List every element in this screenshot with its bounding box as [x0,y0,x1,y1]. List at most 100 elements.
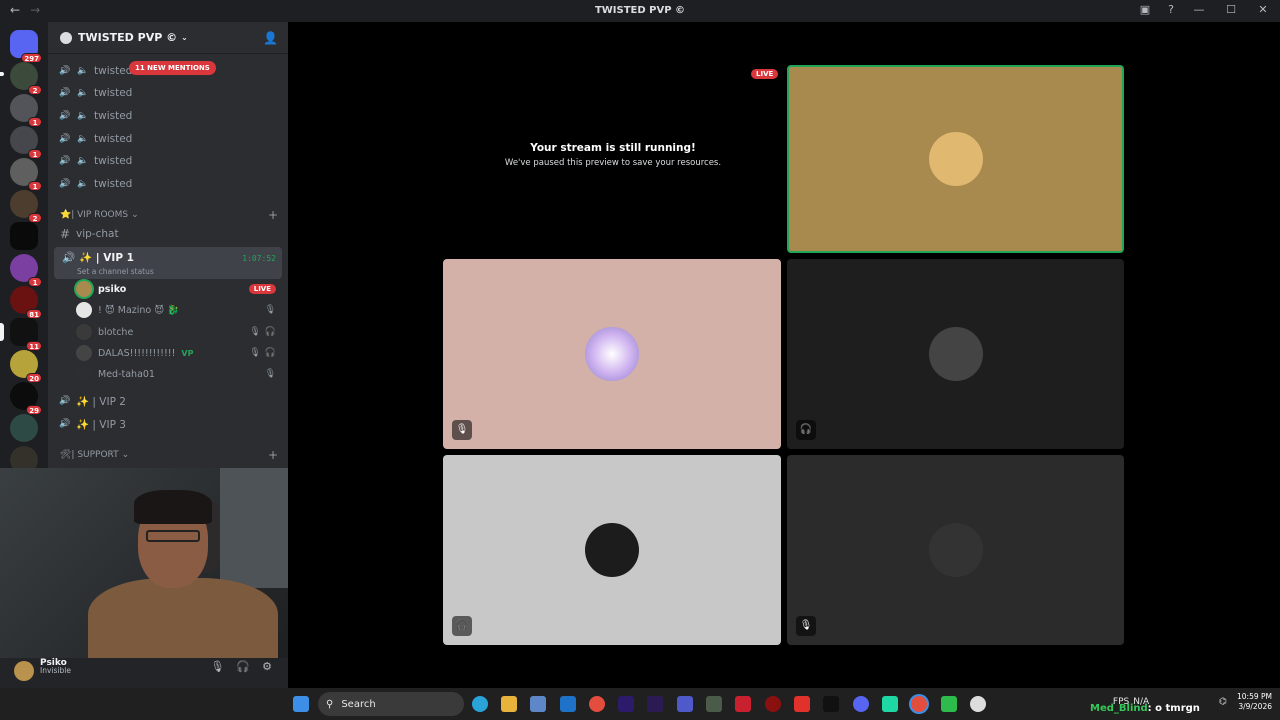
role-tag: VP [181,348,194,358]
voice-channel-vip1[interactable]: 🔊 ✨ | VIP 1 Set a channel status 1:07:52 [54,247,282,279]
voice-member[interactable]: blotche 🎙 🎧 [76,322,278,342]
guild-item[interactable]: 29 [10,382,42,415]
minimize-button[interactable]: — [1192,3,1206,16]
voice-member[interactable]: psiko LIVE [76,279,278,299]
channel-status[interactable]: Set a channel status [77,267,154,276]
live-badge: LIVE [751,69,779,79]
speaker-icon: 🔈 [77,88,89,98]
taskbar-search[interactable]: ⚲ Search [318,692,464,716]
webcam-overlay [0,468,336,658]
guild-item[interactable]: 2 [10,190,42,223]
mic-muted-icon: 🎙 [249,327,261,337]
mic-muted-icon: 🎙 [796,616,816,636]
app-icon[interactable] [941,696,957,712]
server-header[interactable]: TWISTED PVP © ⌄ 👤 [48,22,288,54]
help-icon[interactable]: ? [1168,3,1174,16]
windows-taskbar: ⚲ Search FPS N/A ⌬ 10:59 PM 3/9/2026 [0,688,1280,720]
participant-tile[interactable]: 🎧 [443,455,781,645]
category-support[interactable]: 🛠| SUPPORT ⌄ + [60,448,278,462]
headphones-icon[interactable]: 🎧 [236,660,250,673]
speaker-icon: 🔊 [59,396,71,406]
edge-icon[interactable] [472,696,488,712]
voice-channel[interactable]: 🔊 🔈 twisted [58,151,282,171]
network-icon[interactable]: ⌬ [1219,697,1227,707]
guild-item[interactable]: 1 [10,126,42,159]
voice-member[interactable]: ! 😈 Mazino 😈 🐉 🎙 [76,300,278,320]
app-icon[interactable] [970,696,986,712]
voice-member[interactable]: Med-taha01 🎙 [76,364,278,384]
home-guild[interactable]: 297 [10,30,42,63]
app-icon[interactable] [823,696,839,712]
guild-item[interactable]: 81 [10,286,42,319]
speaker-icon: 🔈 [77,156,89,166]
deafened-icon: 🎧 [452,616,472,636]
premiere-icon[interactable] [618,696,634,712]
chevron-down-icon: ⌄ [181,33,188,42]
store-icon[interactable] [530,696,546,712]
voice-channel[interactable]: 🔊 🔈 twisted [58,83,282,103]
outlook-icon[interactable] [560,696,576,712]
clock[interactable]: 10:59 PM 3/9/2026 [1237,692,1272,712]
avatar [76,324,92,340]
microphone-icon[interactable]: 🎙 [210,660,224,673]
paused-subtitle: We've paused this preview to save your r… [504,158,722,168]
avatar [928,523,983,577]
guild-item[interactable]: 2 [0,62,42,95]
avatar [76,366,92,382]
search-icon: ⚲ [326,698,334,710]
speaker-icon: 🔈 [77,134,89,144]
voice-channel[interactable]: 🔊 🔈 twisted [58,174,282,194]
new-mentions-badge[interactable]: 11 NEW MENTIONS [129,61,216,75]
voice-channel-vip3[interactable]: 🔊 ✨ | VIP 3 [58,414,282,434]
invite-people-icon[interactable]: 👤 [263,31,278,45]
text-channel[interactable]: # vip-chat [58,224,282,244]
inbox-icon[interactable]: ▣ [1140,3,1150,16]
voice-channel-vip2[interactable]: 🔊 ✨ | VIP 2 [58,391,282,411]
channel-list: TWISTED PVP © ⌄ 👤 🔊 🔈 twisted 11 NEW MENTI… [48,22,288,468]
guild-item[interactable]: 1 [10,254,42,287]
guild-item[interactable]: 11 [0,318,42,351]
chrome-icon[interactable] [911,696,927,712]
category-vip-rooms[interactable]: ⭐| VIP ROOMS ⌄ + [60,208,278,222]
app-icon[interactable] [706,696,722,712]
maximize-button[interactable]: ☐ [1224,3,1238,16]
avatar [585,523,639,577]
speaker-icon: 🔊 [59,111,71,121]
discord-icon[interactable] [853,696,869,712]
participant-tile[interactable]: 🎧 [787,259,1124,449]
chrome-icon[interactable] [589,696,605,712]
app-icon[interactable] [794,696,810,712]
app-icon[interactable] [882,696,898,712]
voice-channel[interactable]: 🔊 🔈 twisted [58,106,282,126]
voice-channel[interactable]: 🔊 🔈 twisted [58,129,282,149]
close-button[interactable]: ✕ [1256,3,1270,16]
file-explorer-icon[interactable] [501,696,517,712]
avatar [76,281,92,297]
voice-member[interactable]: DALAS!!!!!!!!!!!! VP 🎙 🎧 [76,343,278,363]
guild-item[interactable] [10,222,38,250]
avatar [76,302,92,318]
user-status: Invisible [40,666,71,675]
chat-overlay: Med_Blind: o tmrgn [1090,703,1200,714]
guild-item[interactable] [10,414,38,442]
add-channel-icon[interactable]: + [268,208,278,222]
app-icon[interactable] [735,696,751,712]
guild-item[interactable]: 20 [10,350,42,383]
add-channel-icon[interactable]: + [268,448,278,462]
participant-tile-psiko[interactable] [787,65,1124,253]
avatar[interactable] [14,661,34,681]
app-icon[interactable] [765,696,781,712]
windows-start-icon[interactable] [293,696,309,712]
speaker-icon: 🔊 [59,66,71,76]
participant-tile[interactable]: 🎙 [787,455,1124,645]
gear-icon[interactable]: ⚙ [262,660,272,673]
window-title: TWISTED PVP © [594,5,686,16]
guild-item[interactable]: 1 [10,94,42,127]
speaker-icon: 🔈 [77,66,89,76]
after-effects-icon[interactable] [647,696,663,712]
guild-item[interactable]: 1 [10,158,42,191]
deafened-icon: 🎧 [264,348,276,358]
mic-muted-icon: 🎙 [264,305,276,315]
teams-icon[interactable] [677,696,693,712]
participant-tile[interactable]: 🎙 [443,259,781,449]
